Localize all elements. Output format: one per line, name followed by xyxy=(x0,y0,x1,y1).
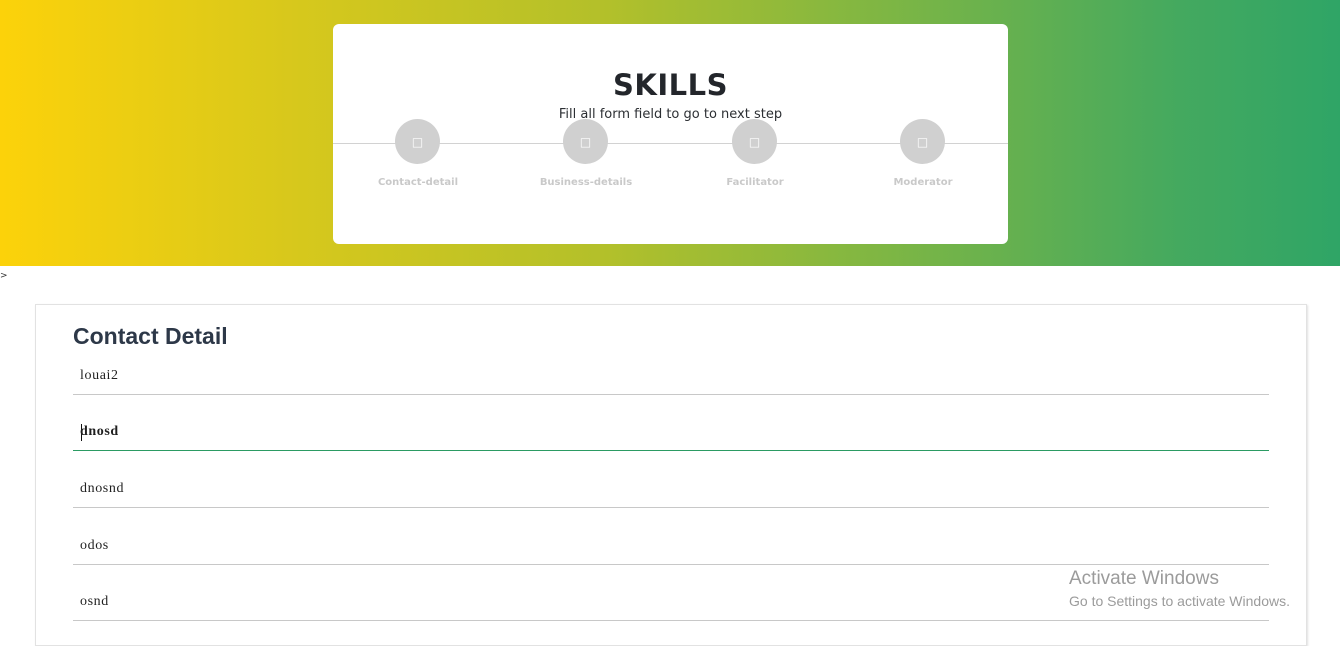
text-input[interactable] xyxy=(80,530,1260,562)
step-label: Business-details xyxy=(539,177,633,188)
step-label: Facilitator xyxy=(726,177,784,188)
shield-icon: □ xyxy=(900,119,945,164)
text-input[interactable] xyxy=(80,416,1260,448)
form-field-2 xyxy=(73,416,1269,451)
text-input[interactable] xyxy=(80,360,1260,392)
step-label: Contact-detail xyxy=(377,177,459,188)
watermark-title: Activate Windows xyxy=(1069,568,1219,589)
watermark-subtitle: Go to Settings to activate Windows. xyxy=(1069,593,1290,609)
stray-text: > xyxy=(0,271,8,281)
form-field-1 xyxy=(73,360,1269,395)
user-icon: □ xyxy=(395,119,440,164)
section-title: Contact Detail xyxy=(73,323,228,349)
form-field-4 xyxy=(73,530,1269,565)
step-label: Moderator xyxy=(893,177,953,188)
windows-activation-watermark: Activate Windows Go to Settings to activ… xyxy=(1069,568,1290,610)
form-field-3 xyxy=(73,473,1269,508)
page-subtitle: Fill all form field to go to next step xyxy=(558,107,783,122)
text-input[interactable] xyxy=(80,473,1260,505)
page-title: SKILLS xyxy=(613,68,728,102)
briefcase-icon: □ xyxy=(563,119,608,164)
person-icon: □ xyxy=(732,119,777,164)
